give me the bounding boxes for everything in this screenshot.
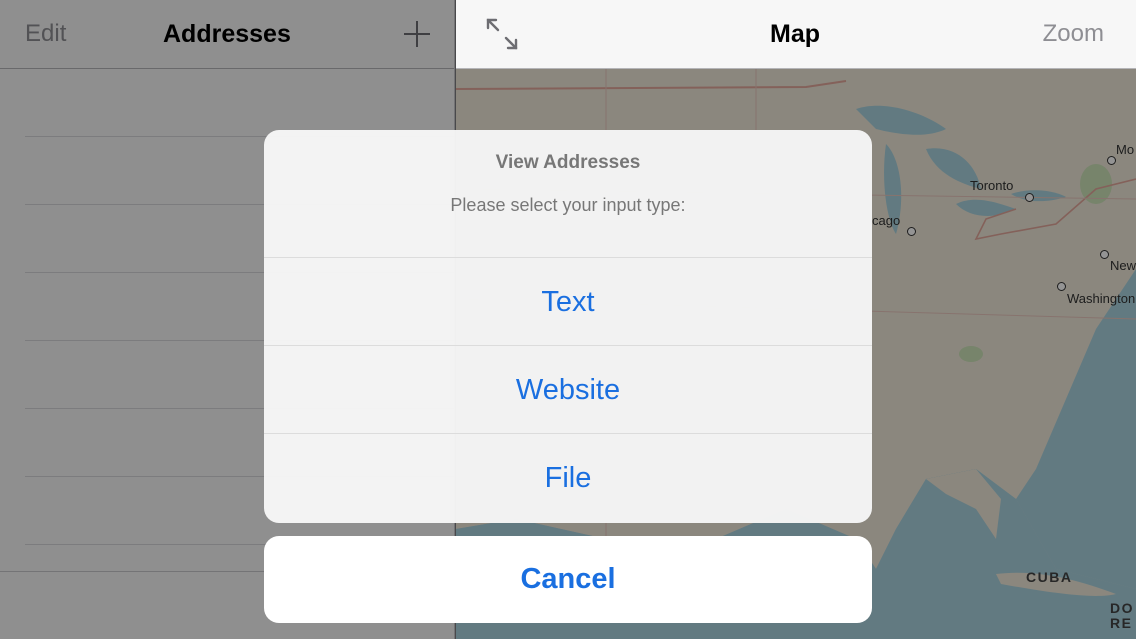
action-sheet-message: Please select your input type: [450, 195, 686, 215]
action-sheet-header: View Addresses Please select your input … [264, 130, 872, 258]
website-option-button[interactable]: Website [264, 346, 872, 434]
action-sheet-title: View Addresses [495, 152, 641, 173]
text-option-button[interactable]: Text [264, 258, 872, 346]
input-type-action-sheet: View Addresses Please select your input … [264, 130, 872, 523]
expand-arrows-icon[interactable] [484, 16, 520, 52]
cancel-button[interactable]: Cancel [264, 536, 872, 623]
file-option-button[interactable]: File [264, 434, 872, 522]
zoom-button[interactable]: Zoom [1043, 20, 1104, 48]
map-title: Map [770, 20, 820, 48]
map-nav-bar: Map Zoom [456, 0, 1136, 69]
